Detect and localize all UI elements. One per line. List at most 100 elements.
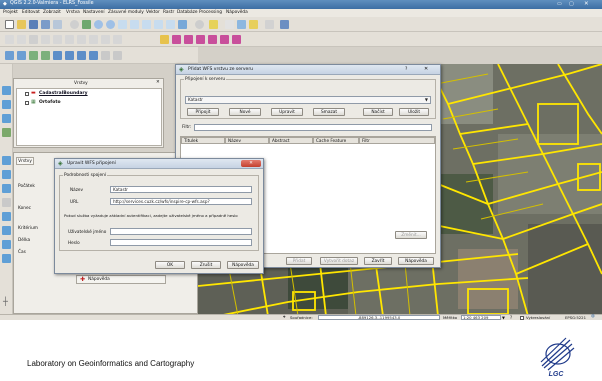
delete-selected-icon[interactable] [77, 35, 86, 44]
connect-button[interactable]: Připojit [187, 108, 219, 116]
menu-zobrazit[interactable]: Zobrazit [43, 10, 61, 15]
tab-vrstvy[interactable]: Vrstvy [16, 157, 34, 165]
layer-checkbox-ortofoto[interactable] [25, 101, 29, 105]
close-window-button[interactable]: ✕ [584, 1, 589, 8]
add-oracle-layer-icon[interactable] [2, 226, 11, 235]
conn-help-button[interactable]: Nápověda [227, 261, 259, 269]
move-feature-icon[interactable] [53, 35, 62, 44]
label-properties-icon[interactable] [232, 35, 241, 44]
add-vector-icon[interactable] [17, 51, 26, 60]
add-wms-layer-icon[interactable] [2, 156, 11, 165]
measure-icon[interactable] [237, 20, 246, 29]
lock-scale-icon[interactable]: ? [510, 315, 512, 320]
layer-name-ortofoto[interactable]: Ortofoto [39, 100, 61, 106]
render-checkbox[interactable] [520, 316, 524, 320]
layer-checkbox-cadastral[interactable] [25, 92, 29, 96]
load-connections-button[interactable]: Načíst [363, 108, 393, 116]
save-connections-button[interactable]: Uložit [399, 108, 429, 116]
col-header-titulek[interactable]: Titulek [181, 137, 225, 144]
add-postgis-layer-icon[interactable] [2, 114, 11, 123]
edit-pencil-icon[interactable] [5, 35, 14, 44]
map-tips-icon[interactable] [249, 20, 258, 29]
crs-globe-icon[interactable]: ◍ [591, 314, 595, 320]
pan-icon[interactable] [70, 20, 79, 29]
new-connection-button[interactable]: Nové [229, 108, 261, 116]
identify-icon[interactable] [195, 20, 204, 29]
zoom-in-icon[interactable] [94, 20, 103, 29]
add-vector-layer-icon[interactable] [2, 86, 11, 95]
node-tool-icon[interactable] [65, 35, 74, 44]
add-delimited-layer-icon[interactable] [2, 198, 11, 207]
panel-close-icon[interactable]: ✕ [156, 80, 160, 86]
maximize-button[interactable]: ▢ [569, 1, 574, 7]
wfs-help-button[interactable]: Nápověda [398, 257, 434, 265]
scale-dropdown-icon[interactable]: ▼ [502, 315, 505, 320]
zoom-layer-icon[interactable] [130, 20, 139, 29]
zoom-selection-icon[interactable] [142, 20, 151, 29]
build-query-button[interactable]: Vytvořit dotaz [320, 257, 358, 265]
menu-napoveda[interactable]: Nápověda [226, 10, 248, 15]
username-input[interactable] [110, 228, 252, 235]
label-change-icon[interactable] [220, 35, 229, 44]
print-composer-icon[interactable] [53, 20, 62, 29]
filter-input[interactable] [194, 124, 432, 131]
gps-crosshair-icon[interactable]: ┼ [3, 298, 8, 306]
menu-vektor[interactable]: Vektor [146, 10, 160, 15]
edit-connection-button[interactable]: Upravit [271, 108, 303, 116]
add-wcs-icon[interactable] [77, 51, 86, 60]
conn-close-button[interactable]: ✕ [241, 160, 261, 167]
crs-status[interactable]: EPSG:5221 [565, 316, 586, 320]
refresh-icon[interactable] [178, 20, 187, 29]
layer-name-cadastral[interactable]: CadastralBoundary [39, 91, 88, 97]
add-spatialite-layer-icon[interactable] [2, 128, 11, 137]
menu-databaze[interactable]: Databáze [177, 10, 198, 15]
save-as-icon[interactable] [41, 20, 50, 29]
help-row[interactable]: ✚ Nápověda [76, 275, 166, 284]
select-icon[interactable] [209, 20, 218, 29]
help-icon[interactable] [280, 20, 289, 29]
bookmark-icon[interactable] [265, 20, 274, 29]
ok-button[interactable]: OK [155, 261, 185, 269]
label-icon[interactable] [160, 35, 169, 44]
new-layer-icon[interactable] [2, 212, 11, 221]
menu-vrstva[interactable]: Vrstva [66, 10, 80, 15]
open-table-icon[interactable] [225, 20, 234, 29]
add-wcs-layer-icon[interactable] [2, 170, 11, 179]
minimize-button[interactable]: ▭ [557, 1, 562, 7]
paste-features-icon[interactable] [113, 35, 122, 44]
zoom-full-icon[interactable] [118, 20, 127, 29]
col-header-filtr[interactable]: Filtr [359, 137, 435, 144]
add-raster-icon[interactable] [5, 51, 14, 60]
copy-features-icon[interactable] [101, 35, 110, 44]
label-move-icon[interactable] [172, 35, 181, 44]
add-wms-icon[interactable] [65, 51, 74, 60]
add-virtual-layer-icon[interactable] [2, 254, 11, 263]
add-spatialite-icon[interactable] [41, 51, 50, 60]
coordinate-field[interactable]: -889126.3,-1199543.0 [318, 315, 440, 320]
add-feature-icon[interactable] [41, 35, 50, 44]
wfs-help-icon[interactable]: ? [405, 67, 407, 73]
new-project-icon[interactable] [5, 20, 14, 29]
label-show-icon[interactable] [208, 35, 217, 44]
menu-nastaveni[interactable]: Nastavení [83, 10, 105, 15]
zoom-next-icon[interactable] [166, 20, 175, 29]
menu-zasuvne-moduly[interactable]: Zásuvné moduly [108, 10, 144, 15]
add-wfs-icon[interactable] [89, 51, 98, 60]
wfs-close-icon[interactable]: ✕ [424, 67, 428, 72]
label-pin-icon[interactable] [196, 35, 205, 44]
menu-rastr[interactable]: Rastr [163, 10, 174, 15]
col-header-cache[interactable]: Cache Feature [313, 137, 359, 144]
save-project-icon[interactable] [29, 20, 38, 29]
delete-connection-button[interactable]: Smazat [313, 108, 345, 116]
change-crs-button[interactable]: Změnit... [395, 231, 427, 239]
scale-field[interactable]: 1:20 463 209 [461, 315, 501, 320]
add-gpx-layer-icon[interactable] [2, 240, 11, 249]
add-button[interactable]: Přidat [286, 257, 312, 265]
new-shapefile-icon[interactable] [113, 51, 122, 60]
close-button[interactable]: Zavřít [364, 257, 392, 265]
cut-features-icon[interactable] [89, 35, 98, 44]
zoom-last-icon[interactable] [154, 20, 163, 29]
name-input[interactable]: Katastr [110, 186, 252, 193]
add-postgis-icon[interactable] [29, 51, 38, 60]
connection-select[interactable]: Katastr ▼ [185, 96, 431, 104]
